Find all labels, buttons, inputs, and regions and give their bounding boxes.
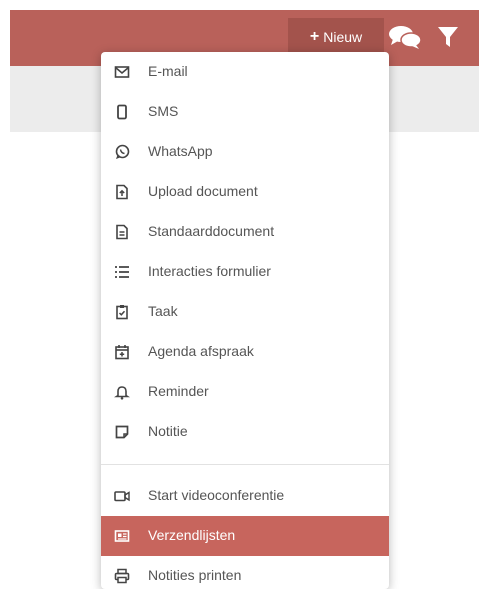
menu-item-label: Notities printen bbox=[148, 567, 242, 583]
plus-icon: + bbox=[309, 28, 320, 45]
video-icon bbox=[114, 488, 130, 504]
print-icon bbox=[114, 568, 130, 584]
menu-item-email[interactable]: E-mail bbox=[101, 52, 389, 92]
note-icon bbox=[114, 424, 130, 440]
new-button[interactable]: + Nieuw bbox=[288, 18, 384, 56]
menu-item-reminder[interactable]: Reminder bbox=[101, 372, 389, 412]
menu-item-label: Interacties formulier bbox=[148, 263, 271, 279]
chat-icon[interactable] bbox=[388, 24, 422, 50]
menu-item-notitie[interactable]: Notitie bbox=[101, 412, 389, 452]
list-icon bbox=[114, 264, 130, 280]
menu-item-start-videoconferentie[interactable]: Start videoconferentie bbox=[101, 476, 389, 516]
upload-document-icon bbox=[114, 184, 130, 200]
document-icon bbox=[114, 224, 130, 240]
bell-icon bbox=[114, 384, 130, 400]
menu-item-label: Notitie bbox=[148, 423, 188, 439]
new-dropdown-menu: E-mail SMS WhatsApp Upload document Stan… bbox=[101, 52, 389, 589]
menu-item-interacties-formulier[interactable]: Interacties formulier bbox=[101, 252, 389, 292]
menu-item-verzendlijsten[interactable]: Verzendlijsten bbox=[101, 516, 389, 556]
menu-item-label: Reminder bbox=[148, 383, 209, 399]
whatsapp-icon bbox=[114, 144, 130, 160]
menu-divider bbox=[101, 464, 389, 465]
menu-item-whatsapp[interactable]: WhatsApp bbox=[101, 132, 389, 172]
filter-icon[interactable] bbox=[436, 24, 460, 50]
menu-item-sms[interactable]: SMS bbox=[101, 92, 389, 132]
menu-item-label: Upload document bbox=[148, 183, 258, 199]
menu-item-upload-document[interactable]: Upload document bbox=[101, 172, 389, 212]
menu-item-notities-printen[interactable]: Notities printen bbox=[101, 556, 389, 589]
task-clipboard-icon bbox=[114, 304, 130, 320]
phone-icon bbox=[114, 104, 130, 120]
email-icon bbox=[114, 64, 130, 80]
menu-item-label: Taak bbox=[148, 303, 178, 319]
mailing-list-icon bbox=[114, 528, 130, 544]
menu-item-standaarddocument[interactable]: Standaarddocument bbox=[101, 212, 389, 252]
menu-item-agenda-afspraak[interactable]: Agenda afspraak bbox=[101, 332, 389, 372]
new-button-label: Nieuw bbox=[323, 29, 363, 45]
menu-item-label: Standaarddocument bbox=[148, 223, 275, 239]
menu-item-label: Verzendlijsten bbox=[148, 527, 236, 543]
menu-item-label: WhatsApp bbox=[148, 143, 213, 159]
menu-item-label: Agenda afspraak bbox=[148, 343, 254, 359]
menu-item-label: SMS bbox=[148, 103, 179, 119]
calendar-add-icon bbox=[114, 344, 130, 360]
menu-item-label: E-mail bbox=[148, 63, 188, 79]
menu-item-label: Start videoconferentie bbox=[148, 487, 285, 503]
menu-item-taak[interactable]: Taak bbox=[101, 292, 389, 332]
